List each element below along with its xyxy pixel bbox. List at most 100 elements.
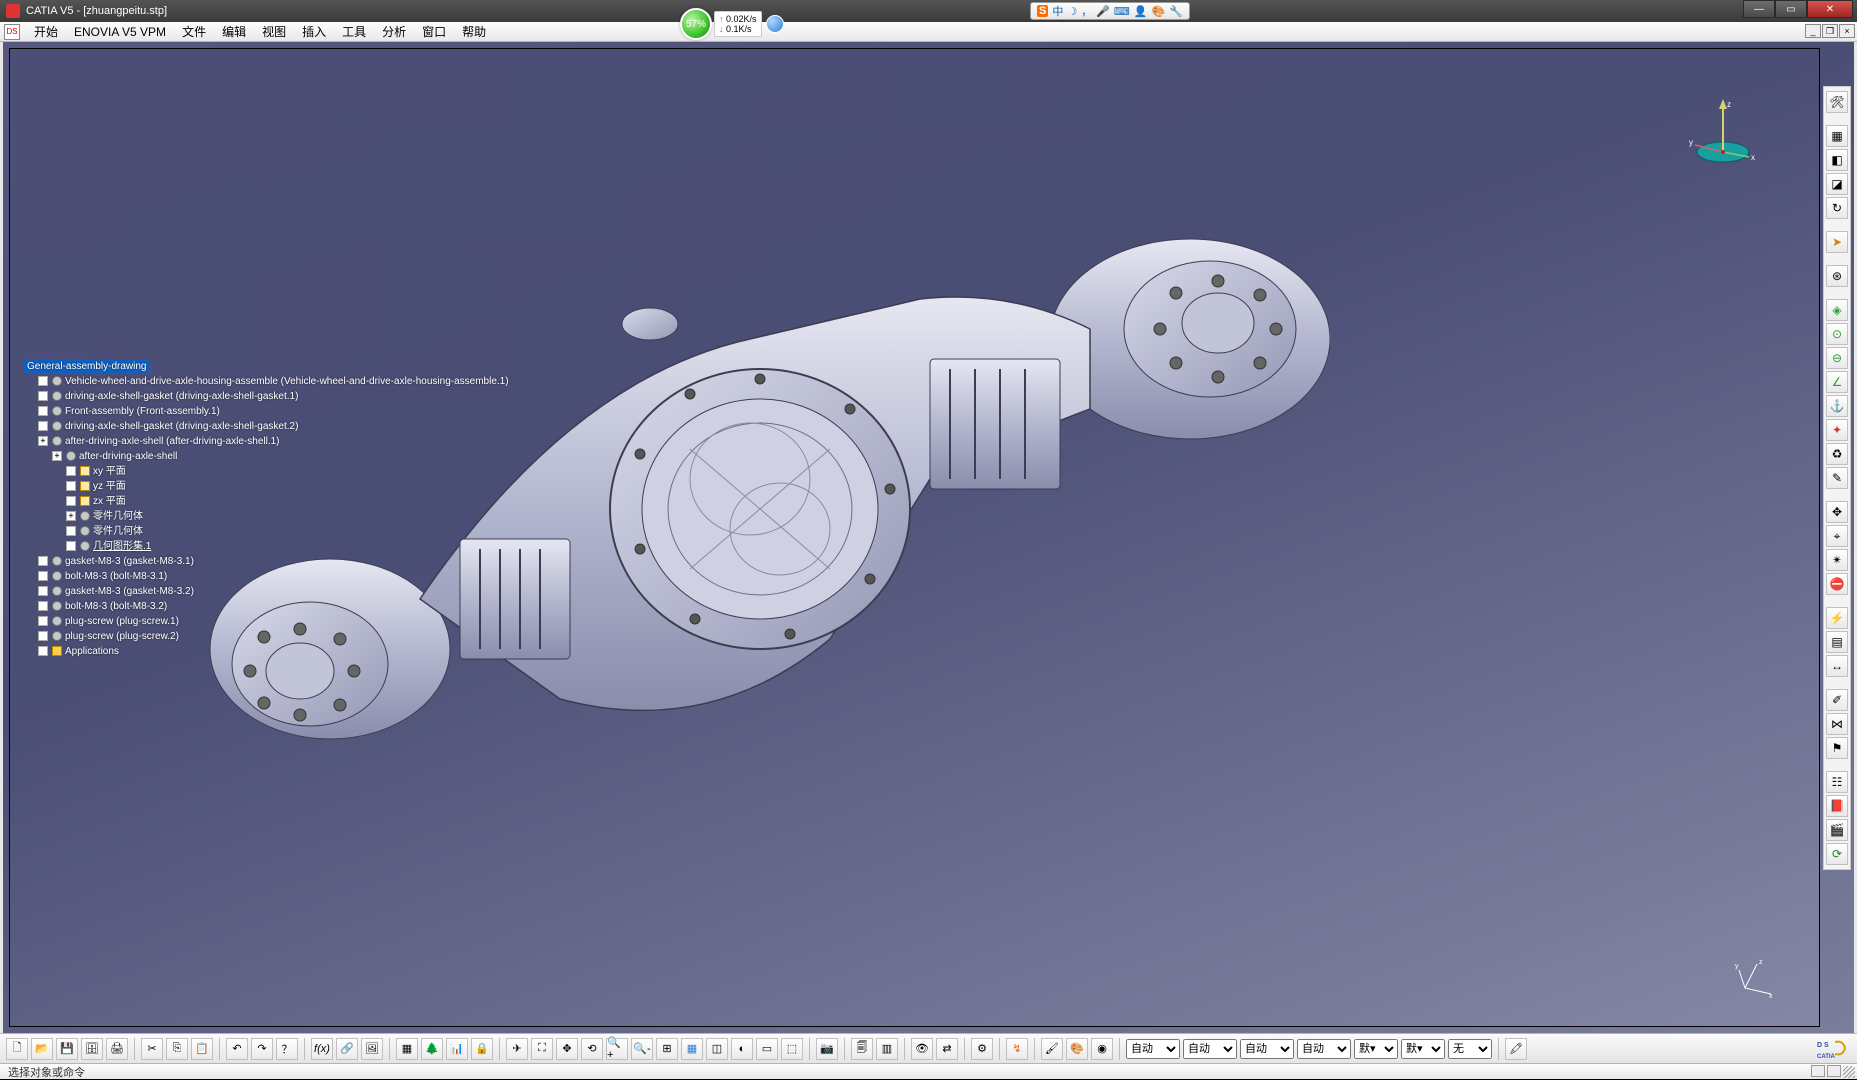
menu-window[interactable]: 窗口 — [414, 21, 454, 42]
image-icon[interactable]: 🖼 — [361, 1038, 383, 1060]
apply-material-icon[interactable]: 🖍 — [1505, 1038, 1527, 1060]
doc-icon[interactable]: DS — [4, 24, 20, 40]
tool-explode-icon[interactable]: ✴ — [1826, 549, 1848, 571]
tool-component-icon[interactable]: ◧ — [1826, 149, 1848, 171]
camera-icon[interactable]: 📷 — [816, 1038, 838, 1060]
zoomout-icon[interactable]: 🔍- — [631, 1038, 653, 1060]
pan-icon[interactable]: ✥ — [556, 1038, 578, 1060]
doc-restore-button[interactable]: ❐ — [1822, 24, 1838, 38]
ime-mic-icon[interactable]: 🎤 — [1096, 5, 1110, 18]
graph-icon[interactable]: 📊 — [446, 1038, 468, 1060]
ime-toolbar[interactable]: S 中 ☽ ， 🎤 ⌨ 👤 🎨 🔧 — [1030, 2, 1190, 20]
axis-triad[interactable]: x y z — [1735, 958, 1775, 998]
tree-node[interactable]: plug-screw (plug-screw.1) — [38, 614, 509, 629]
tree-node[interactable]: Vehicle-wheel-and-drive-axle-housing-ass… — [38, 374, 509, 389]
tool-constraint-icon[interactable]: ⊛ — [1826, 265, 1848, 287]
print-icon[interactable]: 🖨 — [106, 1038, 128, 1060]
tool-stop-icon[interactable]: ⛔ — [1826, 573, 1848, 595]
tool-annot-icon[interactable]: ✐ — [1826, 689, 1848, 711]
tool-scene-icon[interactable]: 🎬 — [1826, 819, 1848, 841]
swap-icon[interactable]: ⇄ — [936, 1038, 958, 1060]
wireframe-icon[interactable]: ▭ — [756, 1038, 778, 1060]
link-icon[interactable]: 🔗 — [336, 1038, 358, 1060]
undo-icon[interactable]: ↶ — [226, 1038, 248, 1060]
menu-insert[interactable]: 插入 — [294, 21, 334, 42]
tree-icon[interactable]: 🌲 — [421, 1038, 443, 1060]
ime-skin-icon[interactable]: 🎨 — [1152, 5, 1166, 18]
spec-tree[interactable]: General-assembly-drawing Vehicle-wheel-a… — [24, 359, 509, 659]
layout-icon[interactable]: ▥ — [876, 1038, 898, 1060]
menu-file[interactable]: 文件 — [174, 21, 214, 42]
menu-help[interactable]: 帮助 — [454, 21, 494, 42]
lock-icon[interactable]: 🔒 — [471, 1038, 493, 1060]
gauge-percent[interactable]: 57% — [680, 8, 712, 40]
select-6[interactable]: 默▾ — [1401, 1039, 1445, 1059]
tree-node[interactable]: gasket-M8-3 (gasket-M8-3.1) — [38, 554, 509, 569]
tool-coincide-icon[interactable]: ◈ — [1826, 299, 1848, 321]
tree-node[interactable]: gasket-M8-3 (gasket-M8-3.2) — [38, 584, 509, 599]
tree-node[interactable]: Front-assembly (Front-assembly.1) — [38, 404, 509, 419]
maximize-button[interactable]: ▭ — [1775, 0, 1807, 18]
viewport[interactable]: x y z x y z — [9, 48, 1820, 1027]
print2-icon[interactable]: 🗐 — [851, 1038, 873, 1060]
paint-icon[interactable]: 🖌 — [1041, 1038, 1063, 1060]
ime-tool-icon[interactable]: 🔧 — [1169, 5, 1183, 18]
whatsthis-icon[interactable]: ？ — [276, 1038, 298, 1060]
minimize-button[interactable]: — — [1743, 0, 1775, 18]
select-4[interactable]: 自动 — [1297, 1039, 1351, 1059]
tree-node[interactable]: Applications — [38, 644, 509, 659]
flyto-icon[interactable]: ✈ — [506, 1038, 528, 1060]
tree-node[interactable]: plug-screw (plug-screw.2) — [38, 629, 509, 644]
select-3[interactable]: 自动 — [1240, 1039, 1294, 1059]
tool-product-icon[interactable]: ▦ — [1826, 125, 1848, 147]
ime-moon-icon[interactable]: ☽ — [1067, 5, 1077, 18]
tool-change-icon[interactable]: ✎ — [1826, 467, 1848, 489]
tool-fix-icon[interactable]: ⚓ — [1826, 395, 1848, 417]
tree-node[interactable]: driving-axle-shell-gasket (driving-axle-… — [38, 389, 509, 404]
menu-view[interactable]: 视图 — [254, 21, 294, 42]
palette-icon[interactable]: 🎨 — [1066, 1038, 1088, 1060]
tool-catalog-icon[interactable]: 📕 — [1826, 795, 1848, 817]
tree-node[interactable]: bolt-M8-3 (bolt-M8-3.2) — [38, 599, 509, 614]
tree-node[interactable]: zx 平面 — [66, 494, 509, 509]
tree-node[interactable]: 零件几何体 — [66, 509, 509, 524]
paste-icon[interactable]: 📋 — [191, 1038, 213, 1060]
menu-analysis[interactable]: 分析 — [374, 21, 414, 42]
tool-workbench-icon[interactable]: 🛠 — [1826, 91, 1848, 113]
tree-node[interactable]: 零件几何体 — [66, 524, 509, 539]
tool-weld-icon[interactable]: ⋈ — [1826, 713, 1848, 735]
tool-distance-icon[interactable]: ↔ — [1826, 655, 1848, 677]
tool-replace-icon[interactable]: ↻ — [1826, 197, 1848, 219]
tree-node[interactable]: after-driving-axle-shell — [52, 449, 509, 464]
menu-edit[interactable]: 编辑 — [214, 21, 254, 42]
iso-icon[interactable]: ◫ — [706, 1038, 728, 1060]
select-5[interactable]: 默▾ — [1354, 1039, 1398, 1059]
ime-keyboard-icon[interactable]: ⌨ — [1114, 5, 1130, 18]
fit-icon[interactable]: ⛶ — [531, 1038, 553, 1060]
new-icon[interactable]: 🗋 — [6, 1038, 28, 1060]
saveall-icon[interactable]: 🗄 — [81, 1038, 103, 1060]
tool-offset-icon[interactable]: ⊖ — [1826, 347, 1848, 369]
tool-flag-icon[interactable]: ⚑ — [1826, 737, 1848, 759]
cut-icon[interactable]: ✂ — [141, 1038, 163, 1060]
tool-manip-icon[interactable]: ✥ — [1826, 501, 1848, 523]
tool-arrow-icon[interactable]: ➤ — [1826, 231, 1848, 253]
gauge-ball-icon[interactable] — [766, 15, 784, 33]
doc-close-button[interactable]: × — [1839, 24, 1855, 38]
normal-icon[interactable]: ⊞ — [656, 1038, 678, 1060]
status-button-2[interactable] — [1827, 1065, 1841, 1077]
tree-node[interactable]: 几何图形集.1 — [66, 539, 509, 554]
open-icon[interactable]: 📂 — [31, 1038, 53, 1060]
tool-section-icon[interactable]: ▤ — [1826, 631, 1848, 653]
properties-icon[interactable]: ⚙ — [971, 1038, 993, 1060]
tree-node[interactable]: after-driving-axle-shell (after-driving-… — [38, 434, 509, 449]
table-icon[interactable]: ▦ — [396, 1038, 418, 1060]
shade-icon[interactable]: ◐ — [731, 1038, 753, 1060]
axis-icon[interactable]: ↯ — [1006, 1038, 1028, 1060]
tree-node[interactable]: yz 平面 — [66, 479, 509, 494]
close-button[interactable]: ✕ — [1807, 0, 1853, 18]
ime-user-icon[interactable]: 👤 — [1134, 5, 1148, 18]
multiview-icon[interactable]: ▦ — [681, 1038, 703, 1060]
network-gauge[interactable]: 57% 0.02K/s 0.1K/s — [680, 10, 784, 38]
zoomin-icon[interactable]: 🔍+ — [606, 1038, 628, 1060]
